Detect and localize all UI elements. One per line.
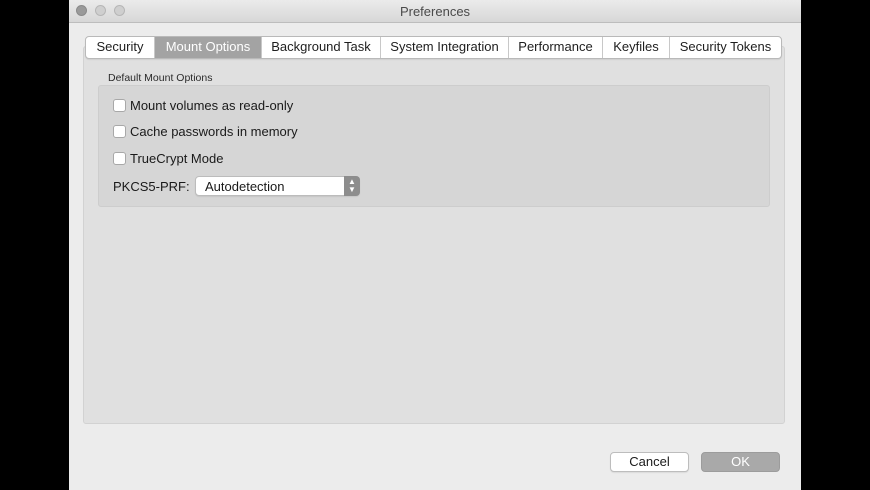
cancel-button[interactable]: Cancel [610, 452, 689, 472]
tab-security[interactable]: Security [86, 37, 155, 58]
tab-security-tokens[interactable]: Security Tokens [670, 37, 781, 58]
preferences-window: Preferences Security Mount Options Backg… [69, 0, 801, 490]
pkcs5-prf-value: Autodetection [205, 179, 285, 194]
tab-bar: Security Mount Options Background Task S… [85, 36, 782, 59]
tab-keyfiles[interactable]: Keyfiles [603, 37, 670, 58]
title-bar: Preferences [69, 0, 801, 23]
ok-button[interactable]: OK [701, 452, 780, 472]
read-only-checkbox[interactable] [113, 98, 126, 112]
read-only-option[interactable]: Mount volumes as read-only [113, 97, 293, 113]
default-mount-options-label: Default Mount Options [108, 72, 213, 84]
pkcs5-prf-select[interactable]: Autodetection ▲ ▼ [195, 176, 360, 196]
cache-passwords-option[interactable]: Cache passwords in memory [113, 123, 298, 139]
tab-mount-options[interactable]: Mount Options [155, 37, 262, 58]
truecrypt-mode-option[interactable]: TrueCrypt Mode [113, 150, 223, 166]
truecrypt-mode-checkbox[interactable] [113, 151, 126, 165]
tab-performance[interactable]: Performance [509, 37, 603, 58]
chevron-up-down-icon: ▲ ▼ [344, 176, 360, 196]
pkcs5-prf-label: PKCS5-PRF: [113, 179, 190, 194]
window-title: Preferences [399, 4, 471, 19]
truecrypt-mode-label: TrueCrypt Mode [130, 150, 224, 166]
tab-system-integration[interactable]: System Integration [381, 37, 509, 58]
read-only-label: Mount volumes as read-only [130, 97, 294, 113]
cache-passwords-label: Cache passwords in memory [130, 123, 298, 139]
tab-background-task[interactable]: Background Task [262, 37, 381, 58]
cache-passwords-checkbox[interactable] [113, 124, 126, 138]
